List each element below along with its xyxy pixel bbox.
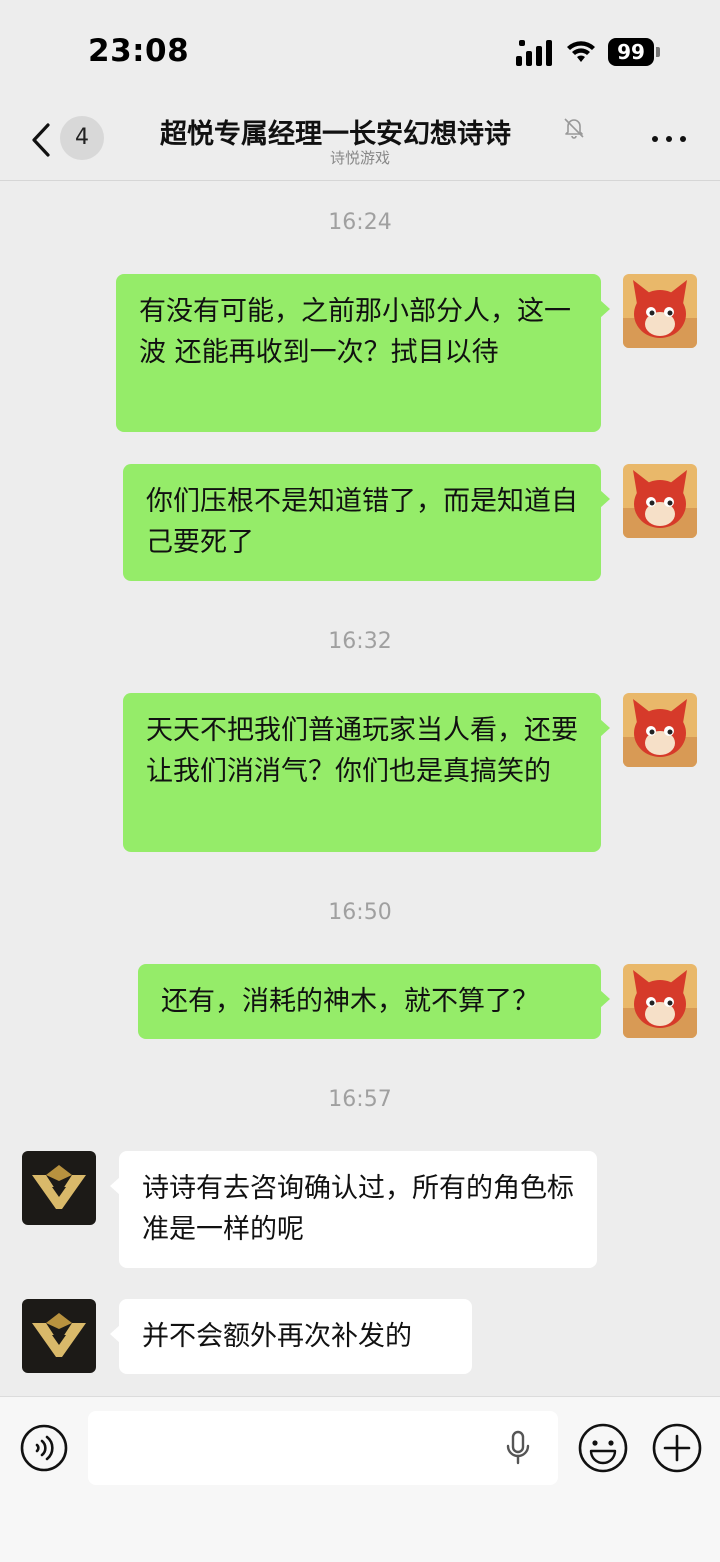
- outgoing-message-bubble[interactable]: 还有，消耗的神木，就不算了？: [138, 964, 610, 1039]
- chat-subtitle: 诗悦游戏: [329, 149, 390, 167]
- more-options-button[interactable]: [648, 124, 690, 152]
- message-timestamp: 16:57: [328, 1087, 392, 1112]
- chat-title: 超悦专属经理一长安幻想诗诗: [160, 119, 511, 150]
- incoming-message-bubble[interactable]: 并不会额外再次补发的: [110, 1299, 472, 1374]
- message-input[interactable]: [88, 1411, 558, 1485]
- outgoing-message-bubble[interactable]: 有没有可能，之前那小部分人，这一波 还能再收到一次？拭目以待: [116, 274, 610, 432]
- status-time: 23:08: [88, 33, 190, 69]
- user-avatar[interactable]: [623, 464, 697, 538]
- signal-icon: [516, 40, 552, 66]
- voice-icon[interactable]: [20, 1424, 68, 1472]
- brand-logo-icon: [22, 1299, 96, 1373]
- fox-avatar-icon: [623, 464, 697, 538]
- fox-avatar-icon: [623, 693, 697, 767]
- message-input-bar: [0, 1396, 720, 1562]
- incoming-message-bubble[interactable]: 诗诗有去咨询确认过，所有的角色标准是一样的呢: [110, 1151, 597, 1268]
- message-timestamp: 16:32: [328, 629, 392, 654]
- contact-avatar[interactable]: [22, 1299, 96, 1373]
- chat-header: 4 超悦专属经理一长安幻想诗诗 诗悦游戏: [0, 100, 720, 181]
- user-avatar[interactable]: [623, 693, 697, 767]
- wifi-icon: [567, 41, 595, 62]
- outgoing-message-bubble[interactable]: 天天不把我们普通玩家当人看，还要让我们消消气？你们也是真搞笑的: [123, 693, 610, 852]
- status-bar: 23:08 99: [0, 0, 720, 100]
- more-dots-icon: [652, 136, 658, 142]
- plus-icon[interactable]: [652, 1423, 702, 1473]
- emoji-icon[interactable]: [578, 1423, 628, 1473]
- bell-off-icon: [564, 118, 584, 139]
- fox-avatar-icon: [623, 964, 697, 1038]
- user-avatar[interactable]: [623, 964, 697, 1038]
- fox-avatar-icon: [623, 274, 697, 348]
- brand-logo-icon: [22, 1151, 96, 1225]
- battery-level: 99: [608, 38, 654, 66]
- microphone-icon[interactable]: [504, 1430, 532, 1466]
- message-timestamp: 16:50: [328, 900, 392, 925]
- message-timestamp: 16:24: [328, 210, 392, 235]
- contact-avatar[interactable]: [22, 1151, 96, 1225]
- user-avatar[interactable]: [623, 274, 697, 348]
- outgoing-message-bubble[interactable]: 你们压根不是知道错了，而是知道自己要死了: [123, 464, 610, 581]
- battery-icon: 99: [608, 38, 660, 66]
